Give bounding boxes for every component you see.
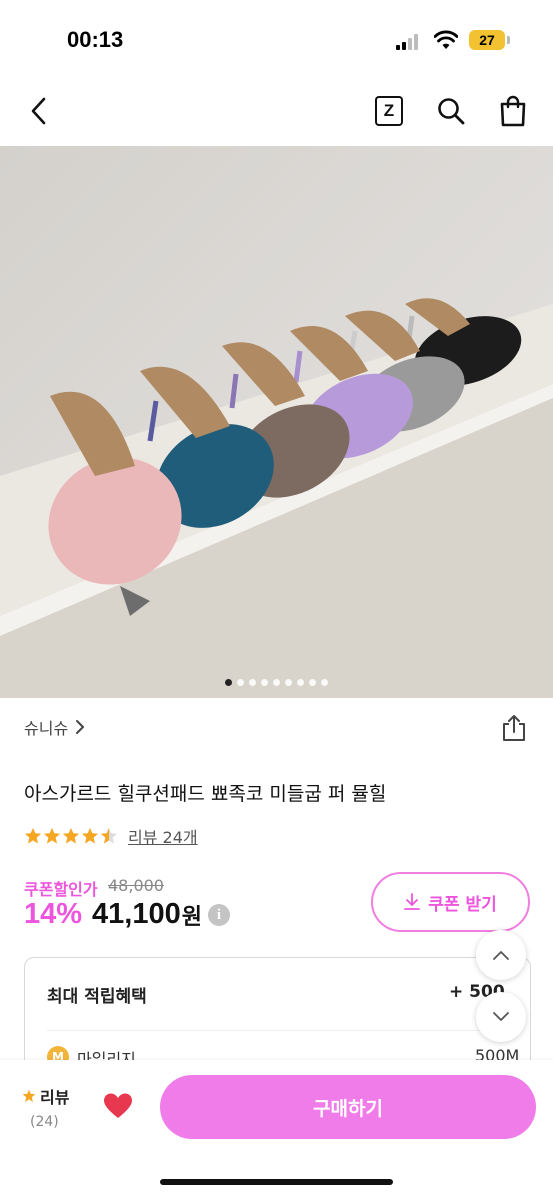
- price-row: 14% 41,100 원 i: [24, 898, 230, 931]
- get-coupon-label: 쿠폰 받기: [428, 894, 497, 915]
- battery-tip: [507, 36, 510, 44]
- review-count: (24): [30, 1114, 59, 1130]
- product-image-carousel[interactable]: [0, 146, 553, 698]
- chevron-up-icon: [493, 951, 509, 960]
- original-price: 48,000: [108, 876, 164, 895]
- get-coupon-button[interactable]: 쿠폰 받기: [371, 872, 530, 932]
- price-unit: 원: [181, 904, 202, 930]
- carousel-dot[interactable]: [261, 679, 268, 686]
- share-button[interactable]: [501, 714, 527, 742]
- carousel-dot[interactable]: [285, 679, 292, 686]
- star-icon: [24, 827, 42, 844]
- star-icon: [43, 827, 61, 844]
- back-icon: [31, 97, 46, 125]
- scroll-down-button[interactable]: [476, 992, 526, 1042]
- carousel-dot[interactable]: [297, 679, 304, 686]
- status-bar: 00:13 27: [0, 0, 553, 80]
- divider: [47, 1030, 510, 1031]
- cart-button[interactable]: [496, 94, 530, 128]
- search-icon: [438, 98, 465, 125]
- z-icon: Z: [375, 96, 403, 126]
- sale-price: 41,100: [92, 898, 181, 930]
- star-rating: [24, 827, 118, 845]
- chevron-right-icon: [76, 720, 85, 734]
- info-icon[interactable]: i: [208, 903, 230, 926]
- shopping-bag-icon: [500, 95, 526, 127]
- wishlist-button[interactable]: [103, 1092, 133, 1120]
- benefit-title: 최대 적립혜택: [47, 987, 147, 1007]
- discount-rate: 14%: [24, 898, 83, 930]
- carousel-dot[interactable]: [309, 679, 316, 686]
- buy-button[interactable]: 구매하기: [160, 1075, 536, 1139]
- star-icon: [62, 827, 80, 844]
- carousel-dot[interactable]: [249, 679, 256, 686]
- brand-link[interactable]: 슈니슈: [24, 715, 86, 739]
- share-icon: [503, 715, 525, 741]
- cellular-signal-icon: [396, 34, 422, 50]
- z-button[interactable]: Z: [372, 94, 406, 128]
- star-half-icon: [100, 827, 118, 844]
- product-photo: [0, 146, 553, 698]
- heart-icon: [104, 1093, 132, 1118]
- wifi-icon: [434, 30, 458, 49]
- nav-bar: Z: [0, 80, 553, 146]
- product-title: 아스가르드 힐쿠션패드 뾰족코 미들굽 퍼 뮬힐: [24, 783, 387, 805]
- carousel-dot[interactable]: [237, 679, 244, 686]
- review-summary[interactable]: 리뷰 (24): [22, 1084, 69, 1130]
- carousel-dot[interactable]: [225, 679, 232, 686]
- star-icon: [22, 1089, 36, 1102]
- download-icon: [404, 893, 421, 910]
- chevron-down-icon: [493, 1012, 509, 1021]
- brand-name: 슈니슈: [24, 719, 69, 738]
- back-button[interactable]: [22, 94, 56, 128]
- scroll-up-button[interactable]: [476, 930, 526, 980]
- review-label: 리뷰: [40, 1088, 70, 1107]
- battery-icon: 27: [469, 30, 505, 50]
- carousel-indicator: [0, 679, 553, 686]
- coupon-price-label: 쿠폰할인가: [24, 880, 98, 899]
- rating-row: 리뷰 24개: [24, 824, 198, 848]
- home-indicator: [160, 1179, 393, 1185]
- search-button[interactable]: [434, 94, 468, 128]
- review-count-link[interactable]: 리뷰 24개: [128, 824, 198, 848]
- status-time: 00:13: [67, 27, 124, 52]
- carousel-dot[interactable]: [321, 679, 328, 686]
- star-icon: [81, 827, 99, 844]
- carousel-dot[interactable]: [273, 679, 280, 686]
